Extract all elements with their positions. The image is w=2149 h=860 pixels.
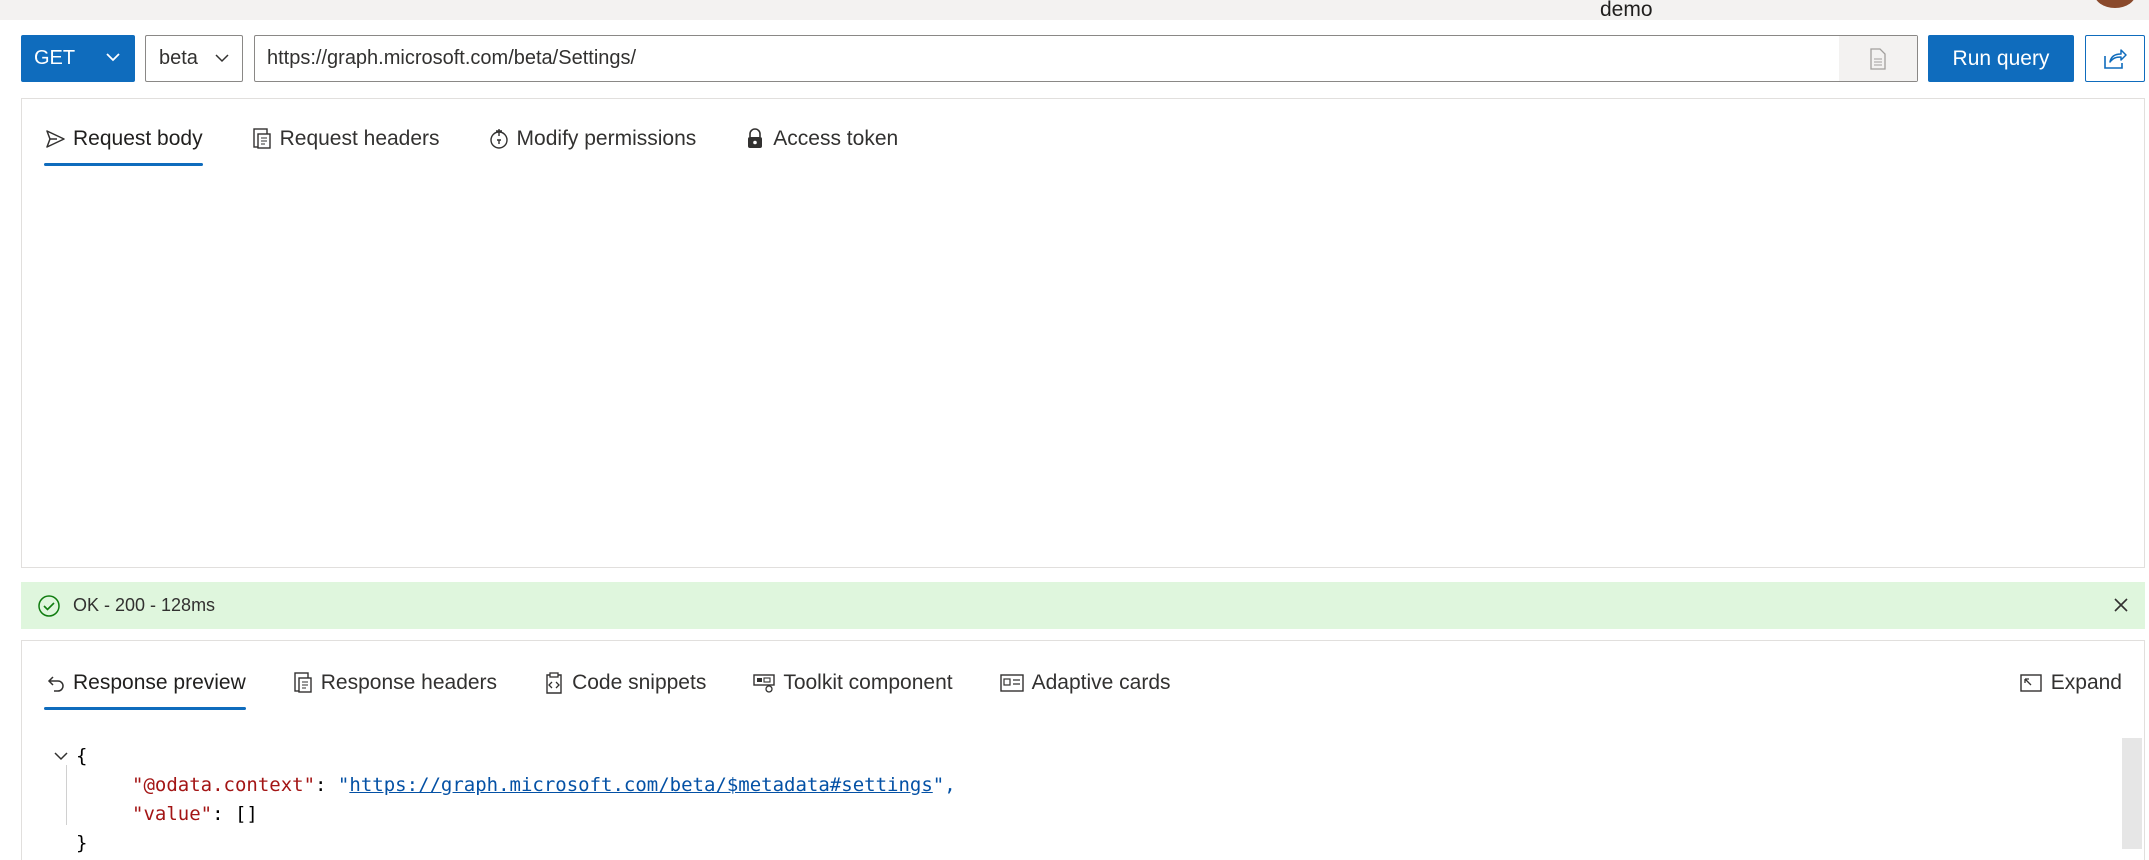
- tab-modify-permissions[interactable]: Modify permissions: [488, 114, 697, 164]
- expand-icon: [2019, 672, 2043, 694]
- clipboard-code-icon: [543, 671, 565, 695]
- username-label: demo: [1600, 0, 1653, 21]
- tab-label: Access token: [773, 127, 899, 150]
- response-json-viewer: { "@odata.context" : " https://graph.mic…: [52, 741, 956, 857]
- share-button[interactable]: [2085, 35, 2145, 82]
- chevron-down-icon: [103, 47, 123, 73]
- json-quote: ": [337, 773, 350, 796]
- tab-access-token[interactable]: Access token: [744, 114, 898, 164]
- tab-request-headers[interactable]: Request headers: [251, 114, 440, 164]
- tab-label: Response headers: [320, 671, 498, 694]
- headers-icon: [292, 671, 314, 695]
- method-label: GET: [34, 47, 76, 69]
- version-dropdown[interactable]: beta: [145, 35, 243, 82]
- status-bar: OK - 200 - 128ms: [21, 582, 2145, 629]
- expand-button[interactable]: Expand: [2019, 658, 2122, 708]
- query-url-input[interactable]: https://graph.microsoft.com/beta/Setting…: [254, 35, 1918, 82]
- json-link-context[interactable]: https://graph.microsoft.com/beta/$metada…: [349, 774, 932, 796]
- version-label: beta: [159, 47, 198, 69]
- json-line-close: }: [52, 828, 956, 857]
- chevron-down-icon: [212, 48, 232, 74]
- send-icon: [44, 128, 66, 150]
- json-quote-close: ",: [932, 773, 956, 796]
- tab-response-headers[interactable]: Response headers: [292, 658, 497, 708]
- tab-toolkit-component[interactable]: Toolkit component: [752, 658, 953, 708]
- tab-request-body[interactable]: Request body: [44, 114, 203, 166]
- json-key-value: "value": [132, 802, 213, 825]
- close-icon[interactable]: [2111, 595, 2131, 620]
- tab-code-snippets[interactable]: Code snippets: [543, 658, 706, 708]
- card-icon: [999, 672, 1025, 694]
- json-line-open: {: [52, 741, 956, 770]
- indent-guide: [66, 765, 67, 825]
- expand-label: Expand: [2050, 671, 2122, 694]
- undo-icon: [44, 672, 66, 694]
- json-key-context: "@odata.context": [132, 773, 316, 796]
- tab-adaptive-cards[interactable]: Adaptive cards: [999, 658, 1171, 708]
- method-dropdown[interactable]: GET: [21, 35, 135, 82]
- query-url-text: https://graph.microsoft.com/beta/Setting…: [267, 47, 637, 69]
- collapse-chevron-icon[interactable]: [52, 747, 70, 765]
- tab-label: Request headers: [279, 127, 440, 150]
- tab-label: Code snippets: [572, 671, 707, 694]
- request-panel: Request body Request headers Modify perm…: [21, 98, 2145, 568]
- request-tabs: Request body Request headers Modify perm…: [44, 114, 946, 166]
- permissions-icon: [488, 127, 510, 151]
- json-sep: :: [315, 773, 338, 796]
- tab-label: Toolkit component: [783, 671, 953, 694]
- tab-label: Request body: [73, 127, 203, 150]
- json-line-value: "value" : []: [52, 799, 956, 828]
- response-tabs: Response preview Response headers Code s…: [44, 658, 1217, 710]
- status-text: OK - 200 - 128ms: [73, 595, 216, 615]
- json-brace-close: }: [76, 831, 88, 854]
- json-value-array: : []: [212, 802, 258, 825]
- scrollbar[interactable]: [2122, 738, 2142, 849]
- toolkit-icon: [752, 672, 776, 694]
- headers-icon: [251, 127, 273, 151]
- lock-icon: [744, 127, 766, 151]
- json-brace-open: {: [76, 744, 88, 767]
- tab-response-preview[interactable]: Response preview: [44, 658, 246, 710]
- tab-label: Modify permissions: [516, 127, 697, 150]
- run-query-button[interactable]: Run query: [1928, 35, 2074, 82]
- tab-label: Adaptive cards: [1031, 671, 1171, 694]
- top-strip: [0, 0, 2149, 20]
- document-icon[interactable]: [1839, 36, 1917, 81]
- share-icon: [2104, 48, 2127, 69]
- response-panel: Response preview Response headers Code s…: [21, 640, 2145, 860]
- check-circle-icon: [37, 594, 61, 618]
- tab-label: Response preview: [73, 671, 246, 694]
- json-line-context: "@odata.context" : " https://graph.micro…: [52, 770, 956, 799]
